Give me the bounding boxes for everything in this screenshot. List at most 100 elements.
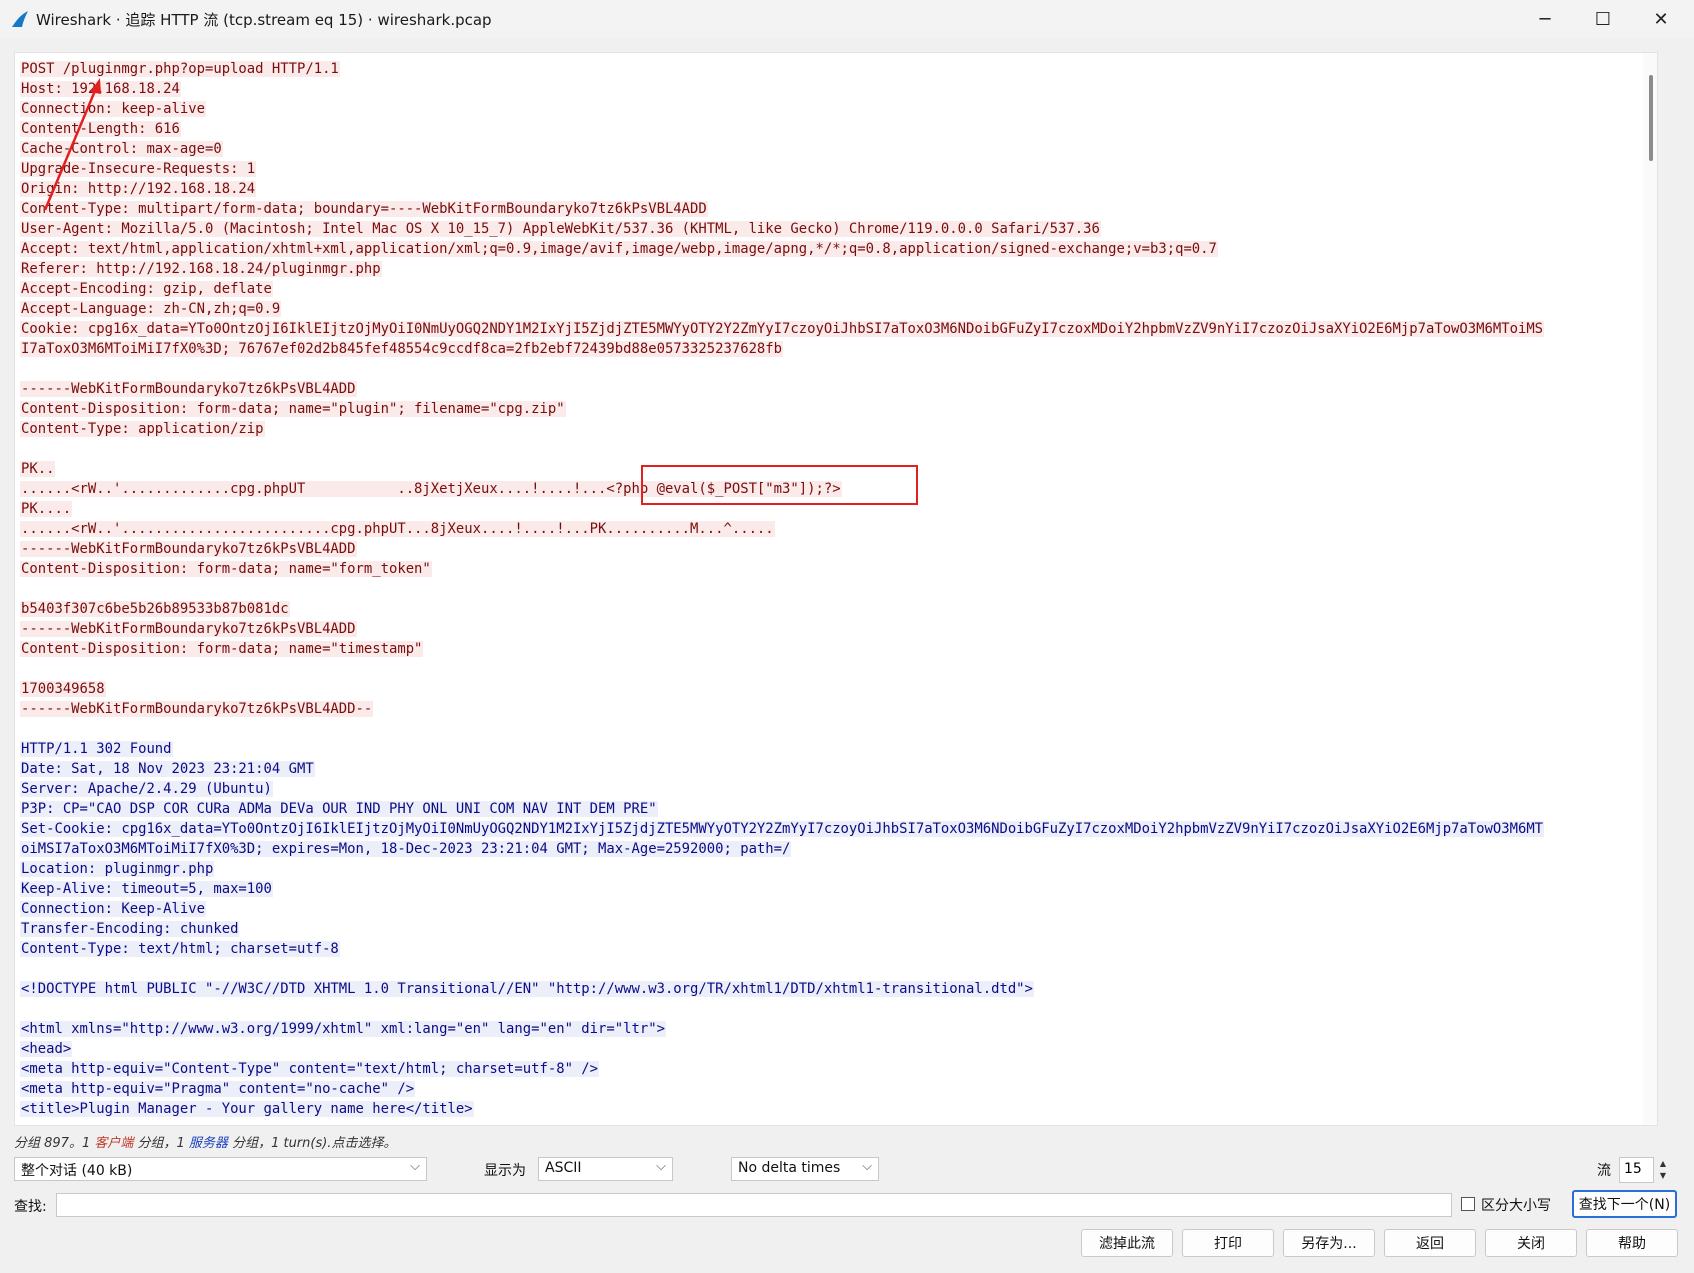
server-line: Content-Type: text/html; charset=utf-8 bbox=[20, 939, 1544, 959]
client-line: ------WebKitFormBoundaryko7tz6kPsVBL4ADD bbox=[20, 539, 1544, 559]
show-as-label: 显示为 bbox=[484, 1163, 526, 1179]
server-line: Keep-Alive: timeout=5, max=100 bbox=[20, 879, 1544, 899]
close-icon: ✕ bbox=[1653, 8, 1669, 30]
title-bar: Wireshark · 追踪 HTTP 流 (tcp.stream eq 15)… bbox=[0, 0, 1694, 38]
line-text: Referer: http://192.168.18.24/pluginmgr.… bbox=[20, 261, 382, 277]
print-label: 打印 bbox=[1214, 1236, 1242, 1252]
client-line: ------WebKitFormBoundaryko7tz6kPsVBL4ADD bbox=[20, 619, 1544, 639]
find-label: 查找: bbox=[14, 1199, 47, 1215]
maximize-button[interactable]: ☐ bbox=[1574, 0, 1632, 38]
stream-number-spinbox[interactable]: 15 bbox=[1619, 1157, 1654, 1183]
server-line: <meta http-equiv="Pragma" content="no-ca… bbox=[20, 1079, 1544, 1099]
client-line: Host: 192.168.18.24 bbox=[20, 79, 1544, 99]
line-text: Cache-Control: max-age=0 bbox=[20, 141, 223, 157]
client-line: Cookie: cpg16x_data=YTo0OntzOjI6IklEIjtz… bbox=[20, 319, 1545, 339]
line-text bbox=[20, 1001, 22, 1017]
client-line: ------WebKitFormBoundaryko7tz6kPsVBL4ADD bbox=[20, 379, 1544, 399]
status-client-label: 客户端 bbox=[94, 1136, 134, 1151]
back-button[interactable]: 返回 bbox=[1384, 1229, 1476, 1257]
stream-summary-status: 分组 897。1 客户端 分组，1 服务器 分组，1 turn(s).点击选择。 bbox=[14, 1132, 396, 1151]
delta-times-select[interactable]: No delta times ⌵ bbox=[731, 1157, 879, 1181]
client-line bbox=[20, 579, 1544, 599]
wireshark-fin-icon bbox=[12, 11, 28, 27]
client-line bbox=[20, 719, 1544, 739]
line-text: PK.... bbox=[20, 501, 73, 517]
client-line: b5403f307c6be5b26b89533b87b081dc bbox=[20, 599, 1544, 619]
case-sensitive-checkbox[interactable] bbox=[1461, 1197, 1475, 1211]
client-line: I7aToxO3M6MToiMiI7fX0%3D; 76767ef02d2b84… bbox=[20, 339, 1544, 359]
stream-content-pane[interactable]: POST /pluginmgr.php?op=upload HTTP/1.1 Ho… bbox=[14, 52, 1658, 1126]
find-input[interactable] bbox=[56, 1193, 1452, 1217]
minimize-button[interactable]: ─ bbox=[1516, 0, 1574, 38]
line-text: ......<rW..'.........................cpg… bbox=[20, 521, 775, 537]
client-line: POST /pluginmgr.php?op=upload HTTP/1.1 bbox=[20, 59, 1544, 79]
line-text bbox=[20, 721, 22, 737]
line-text: <title>Plugin Manager - Your gallery nam… bbox=[20, 1101, 474, 1117]
help-button[interactable]: 帮助 bbox=[1586, 1229, 1678, 1257]
client-line bbox=[20, 659, 1544, 679]
client-line: ------WebKitFormBoundaryko7tz6kPsVBL4ADD… bbox=[20, 699, 1544, 719]
conversation-select-value: 整个对话 (40 kB) bbox=[21, 1163, 133, 1179]
chevron-down-icon: ⌵ bbox=[862, 1159, 872, 1174]
line-text bbox=[20, 961, 22, 977]
line-text: HTTP/1.1 302 Found bbox=[20, 741, 173, 757]
case-sensitive-label: 区分大小写 bbox=[1481, 1198, 1551, 1214]
find-next-label: 查找下一个(N) bbox=[1578, 1197, 1671, 1213]
line-text: Content-Type: text/html; charset=utf-8 bbox=[20, 941, 340, 957]
highlight-box-annotation bbox=[641, 465, 918, 505]
minimize-icon: ─ bbox=[1539, 8, 1551, 30]
line-text: Accept-Language: zh-CN,zh;q=0.9 bbox=[20, 301, 282, 317]
line-text: Keep-Alive: timeout=5, max=100 bbox=[20, 881, 273, 897]
client-line: User-Agent: Mozilla/5.0 (Macintosh; Inte… bbox=[20, 219, 1544, 239]
save-as-button[interactable]: 另存为... bbox=[1283, 1229, 1375, 1257]
client-line: Origin: http://192.168.18.24 bbox=[20, 179, 1544, 199]
chevron-down-icon: ⌵ bbox=[410, 1159, 420, 1174]
print-button[interactable]: 打印 bbox=[1182, 1229, 1274, 1257]
line-text: Connection: Keep-Alive bbox=[20, 901, 206, 917]
line-text: Set-Cookie: cpg16x_data=YTo0OntzOjI6IklE… bbox=[20, 821, 1545, 837]
line-text: User-Agent: Mozilla/5.0 (Macintosh; Inte… bbox=[20, 221, 1101, 237]
close-button[interactable]: 关闭 bbox=[1485, 1229, 1577, 1257]
server-line bbox=[20, 959, 1544, 979]
client-line: 1700349658 bbox=[20, 679, 1544, 699]
spin-down-icon[interactable]: ▼ bbox=[1656, 1170, 1670, 1182]
scrollbar-thumb[interactable] bbox=[1649, 75, 1653, 161]
line-text: 1700349658 bbox=[20, 681, 106, 697]
line-text: Location: pluginmgr.php bbox=[20, 861, 215, 877]
line-text: b5403f307c6be5b26b89533b87b081dc bbox=[20, 601, 290, 617]
close-window-button[interactable]: ✕ bbox=[1632, 0, 1690, 38]
line-text bbox=[20, 441, 22, 457]
client-line: Content-Length: 616 bbox=[20, 119, 1544, 139]
client-line: ......<rW..'.........................cpg… bbox=[20, 519, 1544, 539]
line-text: I7aToxO3M6MToiMiI7fX0%3D; 76767ef02d2b84… bbox=[20, 341, 784, 357]
delta-times-value: No delta times bbox=[738, 1160, 841, 1176]
line-text: <meta http-equiv="Pragma" content="no-ca… bbox=[20, 1081, 416, 1097]
line-text bbox=[20, 661, 22, 677]
server-line: Transfer-Encoding: chunked bbox=[20, 919, 1544, 939]
client-line: Accept-Encoding: gzip, deflate bbox=[20, 279, 1544, 299]
line-text: POST /pluginmgr.php?op=upload HTTP/1.1 bbox=[20, 61, 340, 77]
client-line: Accept: text/html,application/xhtml+xml,… bbox=[20, 239, 1544, 259]
window-title: Wireshark · 追踪 HTTP 流 (tcp.stream eq 15)… bbox=[36, 11, 492, 29]
status-server-label: 服务器 bbox=[188, 1136, 228, 1151]
spin-up-icon[interactable]: ▲ bbox=[1656, 1158, 1670, 1170]
line-text: PK.. bbox=[20, 461, 56, 477]
line-text bbox=[20, 361, 22, 377]
back-label: 返回 bbox=[1416, 1236, 1444, 1252]
stream-lines: POST /pluginmgr.php?op=upload HTTP/1.1 Ho… bbox=[20, 59, 1545, 1119]
client-line: Connection: keep-alive bbox=[20, 99, 1544, 119]
find-next-button[interactable]: 查找下一个(N) bbox=[1572, 1190, 1677, 1218]
conversation-select[interactable]: 整个对话 (40 kB) ⌵ bbox=[14, 1157, 427, 1181]
line-text: Content-Type: multipart/form-data; bound… bbox=[20, 201, 708, 217]
server-line: <title>Plugin Manager - Your gallery nam… bbox=[20, 1099, 1544, 1119]
line-text: Content-Disposition: form-data; name="pl… bbox=[20, 401, 566, 417]
client-line: Cache-Control: max-age=0 bbox=[20, 139, 1544, 159]
client-line: Content-Disposition: form-data; name="pl… bbox=[20, 399, 1544, 419]
show-as-select[interactable]: ASCII ⌵ bbox=[538, 1157, 673, 1181]
server-line: <!DOCTYPE html PUBLIC "-//W3C//DTD XHTML… bbox=[20, 979, 1544, 999]
vertical-scrollbar[interactable] bbox=[1643, 53, 1657, 1125]
spin-arrows[interactable]: ▲ ▼ bbox=[1656, 1158, 1670, 1182]
filter-out-stream-button[interactable]: 滤掉此流 bbox=[1081, 1229, 1173, 1257]
client-line: Content-Type: multipart/form-data; bound… bbox=[20, 199, 1544, 219]
line-text: Server: Apache/2.4.29 (Ubuntu) bbox=[20, 781, 273, 797]
